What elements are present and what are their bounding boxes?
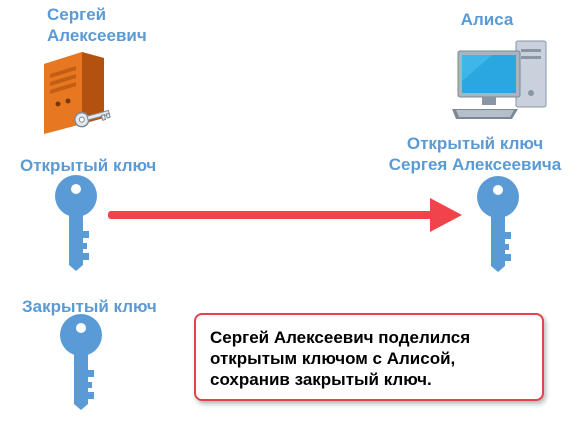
- message-line: сохранив закрытый ключ.: [210, 370, 432, 389]
- message-line: открытым ключом с Алисой,: [210, 349, 456, 368]
- server-icon: [44, 52, 111, 134]
- recipient-key-label-line: Открытый ключ: [406, 134, 544, 153]
- sender-name-line: Алексеевич: [47, 26, 147, 45]
- arrow-right-icon: [108, 198, 462, 232]
- recipient-public-key-label: Открытый ключ Сергея Алексеевича: [355, 133, 588, 175]
- sender-name: Сергей Алексеевич: [47, 4, 147, 46]
- sender-public-key-icon: [55, 175, 97, 271]
- recipient-public-key-icon: [477, 176, 519, 272]
- sender-public-key-label: Открытый ключ: [20, 156, 157, 175]
- computer-icon: [452, 40, 547, 119]
- sender-private-key-icon: [60, 314, 102, 410]
- recipient-key-label-line: Сергея Алексеевича: [388, 155, 562, 174]
- message-line: Сергей Алексеевич поделился: [210, 328, 471, 347]
- sender-name-line: Сергей: [47, 5, 107, 24]
- message-box: Сергей Алексеевич поделился открытым клю…: [194, 313, 544, 401]
- recipient-name: Алиса: [460, 10, 514, 29]
